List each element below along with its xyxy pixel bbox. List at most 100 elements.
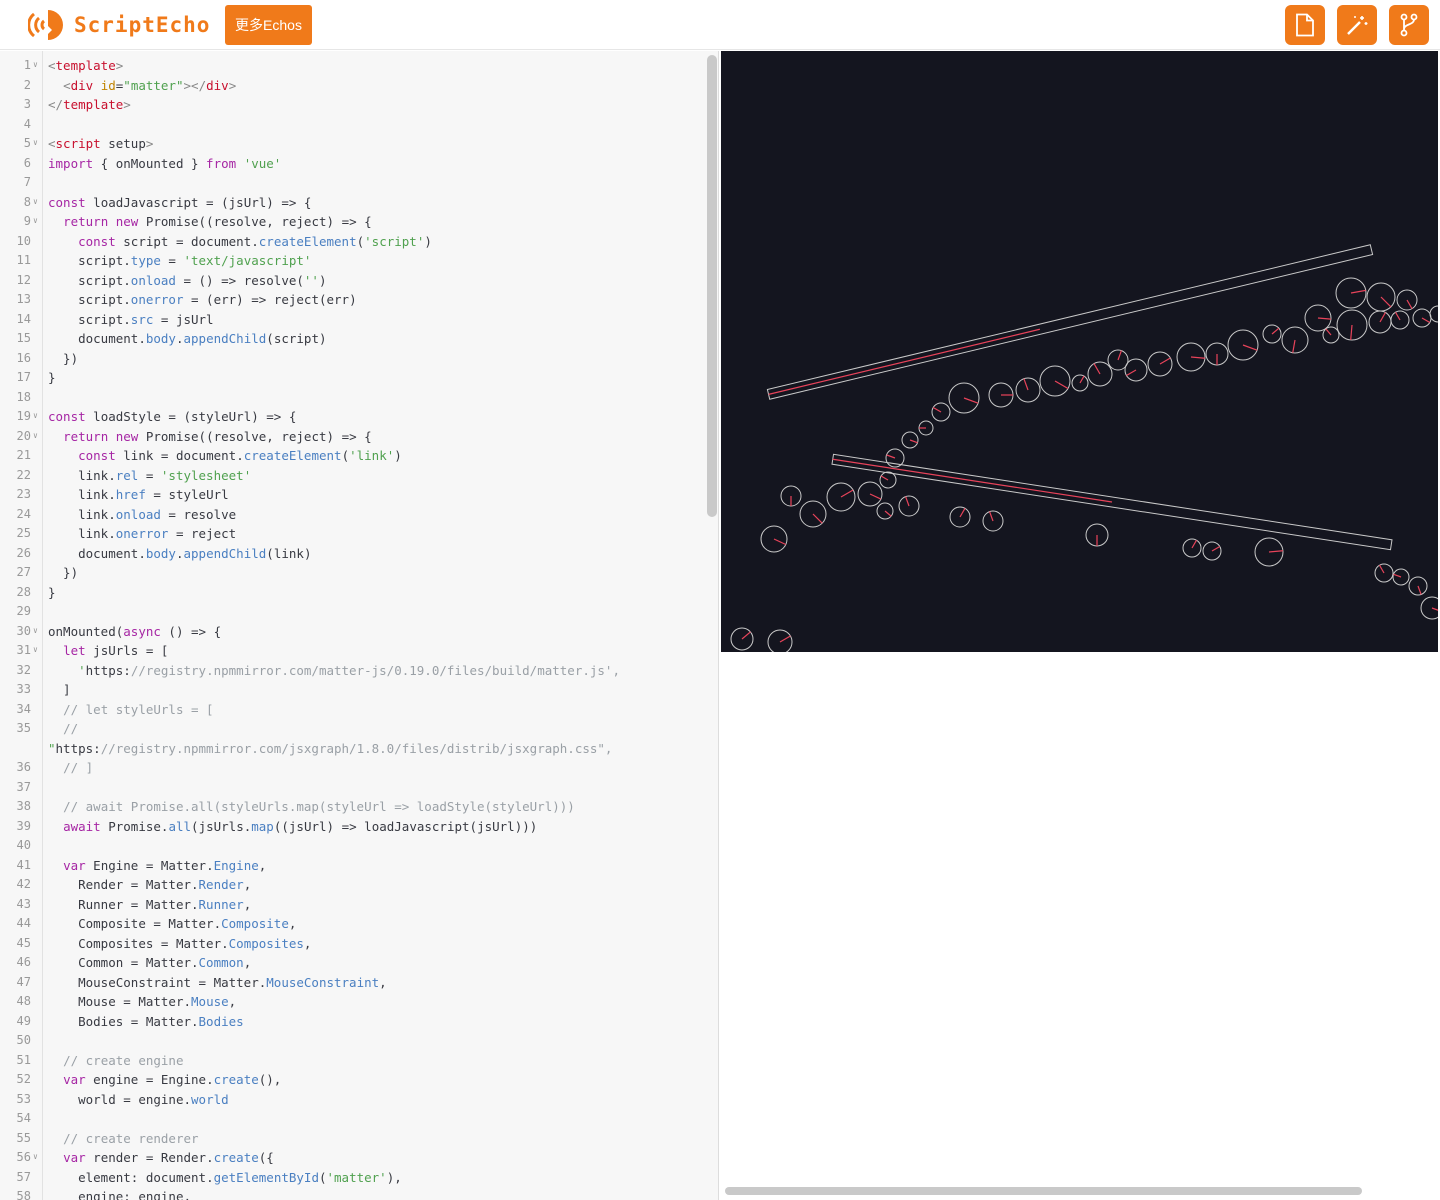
ball-angle-indicator — [1159, 357, 1171, 365]
fold-chevron-icon[interactable]: ∨ — [33, 426, 38, 446]
fork-button[interactable] — [1389, 5, 1429, 45]
line-number: 3 — [23, 97, 31, 111]
code-line[interactable]: 19 ∨ const loadStyle = (styleUrl) => { — [0, 407, 705, 427]
code-line[interactable]: 5 ∨ <script setup> — [0, 134, 705, 154]
code-line[interactable]: 30 ∨ onMounted(async () => { — [0, 622, 705, 642]
code-line[interactable]: 40 — [0, 836, 705, 856]
code-text: const link = document.createElement('lin… — [78, 448, 402, 463]
code-line[interactable]: 46 Common = Matter.Common, — [0, 953, 705, 973]
code-line[interactable]: 14 script.src = jsUrl — [0, 310, 705, 330]
ball-angle-indicator — [1379, 312, 1387, 323]
code-line[interactable]: 36 // ] — [0, 758, 705, 778]
fold-chevron-icon[interactable]: ∨ — [33, 406, 38, 426]
code-content[interactable]: 1 ∨ <template> 2 <div id="matter"></div> 3 </… — [0, 56, 705, 1200]
more-echos-button[interactable]: 更多Echos — [225, 5, 312, 45]
matter-canvas[interactable] — [721, 51, 1438, 652]
code-line[interactable]: 8 ∨ const loadJavascript = (jsUrl) => { — [0, 193, 705, 213]
code-line[interactable]: 3 </template> — [0, 95, 705, 115]
code-line[interactable]: 54 — [0, 1109, 705, 1129]
logo[interactable]: ScriptEcho — [28, 6, 210, 44]
code-line[interactable]: 9 ∨ return new Promise((resolve, reject) … — [0, 212, 705, 232]
fold-chevron-icon[interactable]: ∨ — [33, 133, 38, 153]
line-number: 20 — [16, 428, 31, 443]
code-line[interactable]: 21 const link = document.createElement('… — [0, 446, 705, 466]
code-line[interactable]: 55 // create renderer — [0, 1129, 705, 1149]
editor-vertical-scrollbar[interactable] — [707, 55, 717, 517]
code-line[interactable]: 32 'https://registry.npmmirror.com/matte… — [0, 661, 705, 681]
code-line[interactable]: 15 document.body.appendChild(script) — [0, 329, 705, 349]
ball-angle-indicator — [773, 538, 787, 546]
code-line[interactable]: 53 world = engine.world — [0, 1090, 705, 1110]
code-line[interactable]: 51 // create engine — [0, 1051, 705, 1071]
line-number: 17 — [16, 370, 31, 384]
code-line[interactable]: 27 }) — [0, 563, 705, 583]
fold-chevron-icon[interactable]: ∨ — [33, 55, 38, 75]
fold-chevron-icon[interactable]: ∨ — [33, 211, 38, 231]
logo-text: ScriptEcho — [74, 13, 211, 37]
code-line[interactable]: 1 ∨ <template> — [0, 56, 705, 76]
line-number: 9 — [23, 214, 31, 228]
code-line[interactable]: 22 link.rel = 'stylesheet' — [0, 466, 705, 486]
code-line[interactable]: 45 Composites = Matter.Composites, — [0, 934, 705, 954]
line-number: 44 — [16, 916, 31, 930]
line-number: 37 — [16, 779, 31, 794]
magic-button[interactable] — [1337, 5, 1377, 45]
code-line[interactable]: "https://registry.npmmirror.com/jsxgraph… — [0, 739, 705, 759]
code-line[interactable]: 57 element: document.getElementById('mat… — [0, 1168, 705, 1188]
code-line[interactable]: 11 script.type = 'text/javascript' — [0, 251, 705, 271]
preview-horizontal-scrollbar[interactable] — [725, 1187, 1362, 1195]
fold-chevron-icon[interactable]: ∨ — [33, 192, 38, 212]
line-number: 19 — [16, 409, 31, 423]
code-line[interactable]: 56 ∨ var render = Render.create({ — [0, 1148, 705, 1168]
code-line[interactable]: 48 Mouse = Matter.Mouse, — [0, 992, 705, 1012]
code-line[interactable]: 26 document.body.appendChild(link) — [0, 544, 705, 564]
code-line[interactable]: 31 ∨ let jsUrls = [ — [0, 641, 705, 661]
code-line[interactable]: 13 script.onerror = (err) => reject(err) — [0, 290, 705, 310]
code-line[interactable]: 29 — [0, 602, 705, 622]
code-line[interactable]: 38 // await Promise.all(styleUrls.map(st… — [0, 797, 705, 817]
line-number: 38 — [16, 799, 31, 813]
code-line[interactable]: 42 Render = Matter.Render, — [0, 875, 705, 895]
code-line[interactable]: 25 link.onerror = reject — [0, 524, 705, 544]
code-line[interactable]: 35 // — [0, 719, 705, 739]
code-line[interactable]: 16 }) — [0, 349, 705, 369]
code-line[interactable]: 2 <div id="matter"></div> — [0, 76, 705, 96]
code-line[interactable]: 4 — [0, 115, 705, 135]
code-text: MouseConstraint = Matter.MouseConstraint… — [78, 974, 387, 990]
code-line[interactable]: 20 ∨ return new Promise((resolve, reject)… — [0, 427, 705, 447]
new-file-button[interactable] — [1285, 5, 1325, 45]
code-line[interactable]: 52 var engine = Engine.create(), — [0, 1070, 705, 1090]
code-line[interactable]: 23 link.href = styleUrl — [0, 485, 705, 505]
code-line[interactable]: 6 import { onMounted } from 'vue' — [0, 154, 705, 174]
code-line[interactable]: 12 script.onload = () => resolve('') — [0, 271, 705, 291]
code-line[interactable]: 17} — [0, 368, 705, 388]
code-line[interactable]: 44 Composite = Matter.Composite, — [0, 914, 705, 934]
code-line[interactable]: 24 link.onload = resolve — [0, 505, 705, 525]
code-text: Runner = Matter.Runner, — [78, 896, 252, 912]
line-number: 32 — [16, 662, 31, 677]
ball-angle-indicator — [1431, 607, 1438, 611]
code-text: } — [48, 584, 56, 600]
code-line[interactable]: 7 — [0, 173, 705, 193]
code-line[interactable]: 39 await Promise.all(jsUrls.map((jsUrl) … — [0, 817, 705, 837]
code-line[interactable]: 58 engine: engine, — [0, 1187, 705, 1200]
line-number: 35 — [16, 721, 31, 735]
code-line[interactable]: 50 — [0, 1031, 705, 1051]
fold-chevron-icon[interactable]: ∨ — [33, 640, 38, 660]
code-line[interactable]: 10 const script = document.createElement… — [0, 232, 705, 252]
code-line[interactable]: 34 // let styleUrls = [ — [0, 700, 705, 720]
code-line[interactable]: 47 MouseConstraint = Matter.MouseConstra… — [0, 973, 705, 993]
ball-angle-indicator — [1394, 311, 1401, 321]
code-line[interactable]: 43 Runner = Matter.Runner, — [0, 895, 705, 915]
code-line[interactable]: 33 ] — [0, 680, 705, 700]
code-line[interactable]: 41 var Engine = Matter.Engine, — [0, 856, 705, 876]
code-line[interactable]: 28} — [0, 583, 705, 603]
code-editor[interactable]: 1 ∨ <template> 2 <div id="matter"></div> 3 </… — [0, 51, 719, 1200]
code-text: }) — [48, 565, 79, 580]
fold-chevron-icon[interactable]: ∨ — [33, 1147, 38, 1167]
code-line[interactable]: 37 — [0, 778, 705, 798]
code-line[interactable]: 49 Bodies = Matter.Bodies — [0, 1012, 705, 1032]
line-number: 39 — [16, 818, 31, 833]
code-line[interactable]: 18 — [0, 388, 705, 408]
fold-chevron-icon[interactable]: ∨ — [33, 621, 38, 641]
